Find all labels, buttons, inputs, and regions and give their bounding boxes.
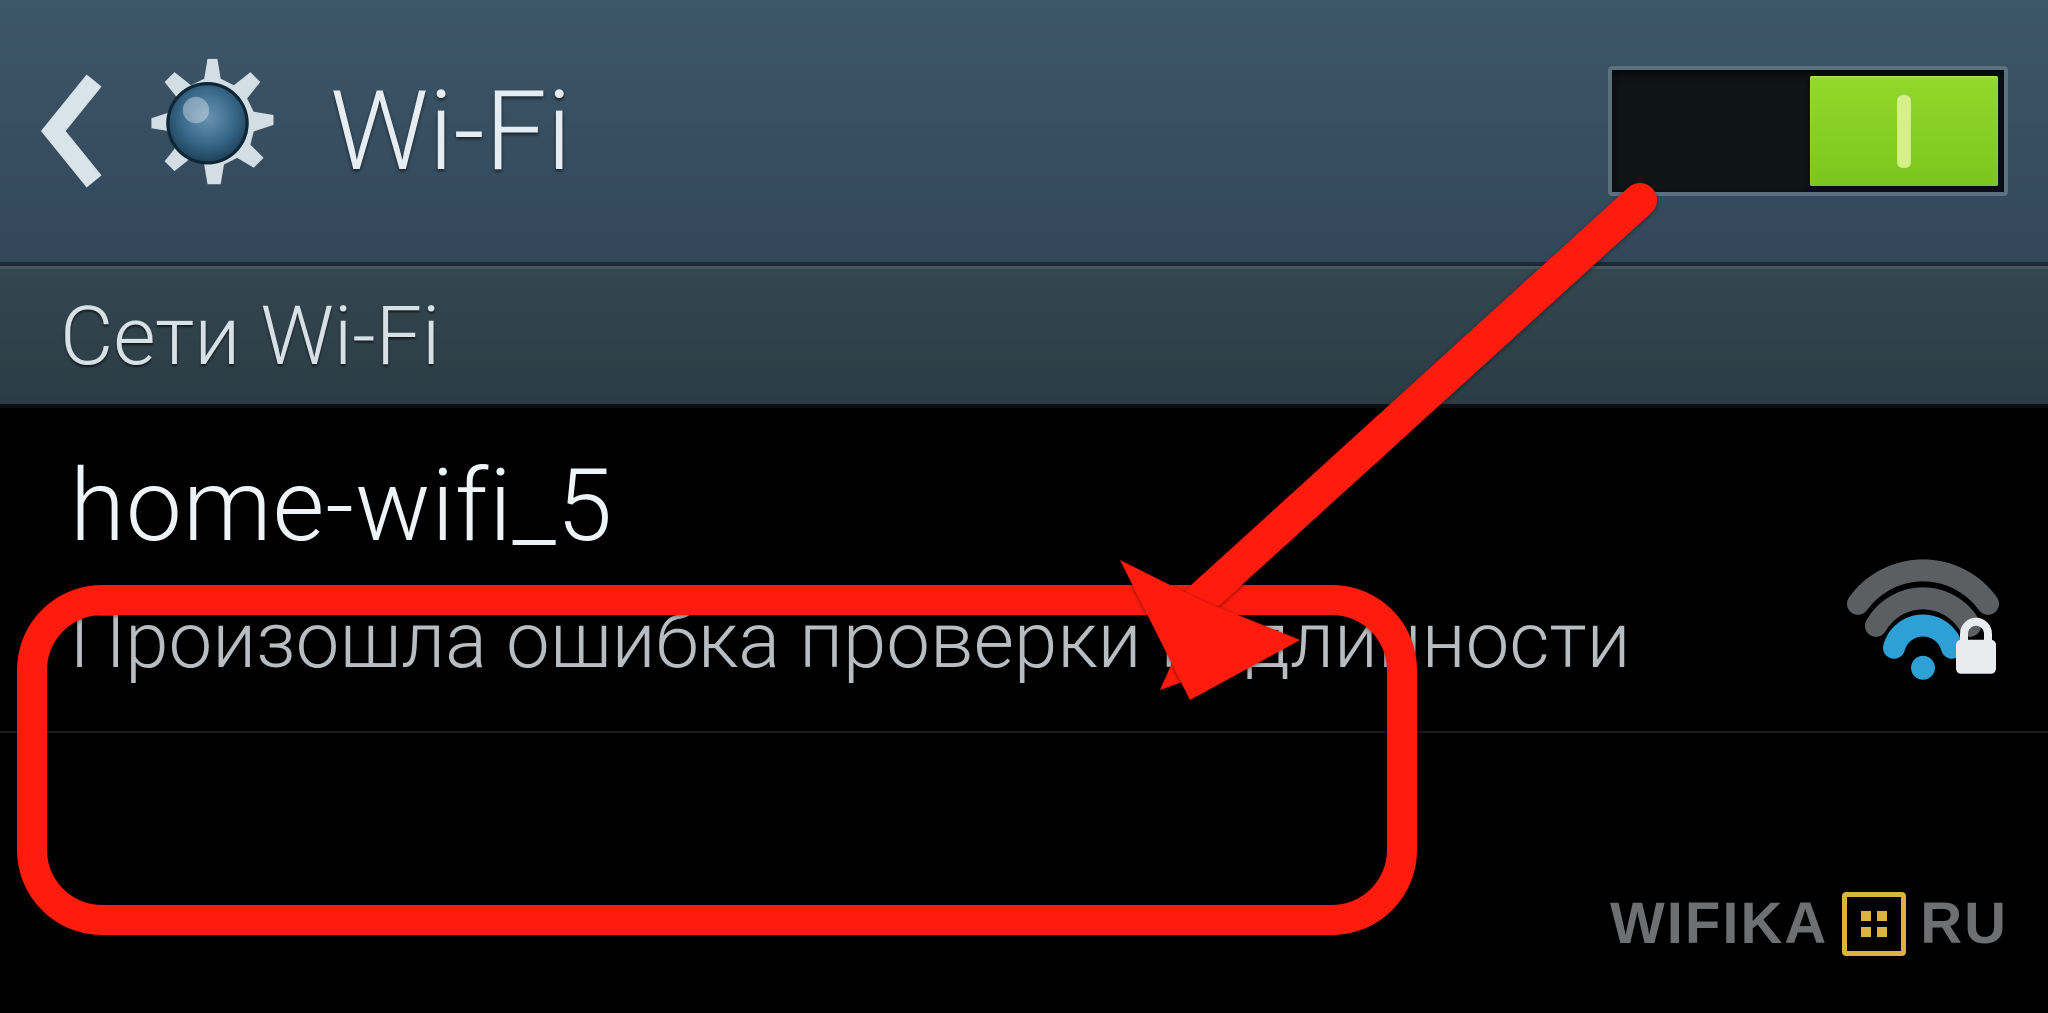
chevron-left-icon (30, 71, 115, 191)
section-header: Сети Wi-Fi (0, 266, 2048, 408)
network-status: Произошла ошибка проверки подлинности (70, 593, 1828, 691)
wifi-toggle[interactable] (1608, 66, 2008, 196)
section-title: Сети Wi-Fi (60, 289, 440, 385)
watermark-left: WIFIKA (1610, 890, 1828, 957)
page-title: Wi-Fi (330, 67, 571, 196)
watermark-qr-icon (1842, 892, 1906, 956)
watermark-right: RU (1920, 890, 2008, 957)
watermark: WIFIKA RU (1610, 890, 2008, 957)
app-bar: Wi-Fi (0, 0, 2048, 266)
network-list: home-wifi_5 Произошла ошибка проверки по… (0, 408, 2048, 733)
gear-icon (125, 49, 290, 214)
wifi-secured-icon (1838, 544, 2008, 684)
wifi-settings-screen: Wi-Fi Сети Wi-Fi home-wifi_5 Произошла о… (0, 0, 2048, 1013)
toggle-on-indicator (1810, 76, 1998, 186)
network-item[interactable]: home-wifi_5 Произошла ошибка проверки по… (0, 408, 2048, 733)
network-ssid: home-wifi_5 (70, 448, 1828, 565)
back-button[interactable] (20, 39, 300, 224)
